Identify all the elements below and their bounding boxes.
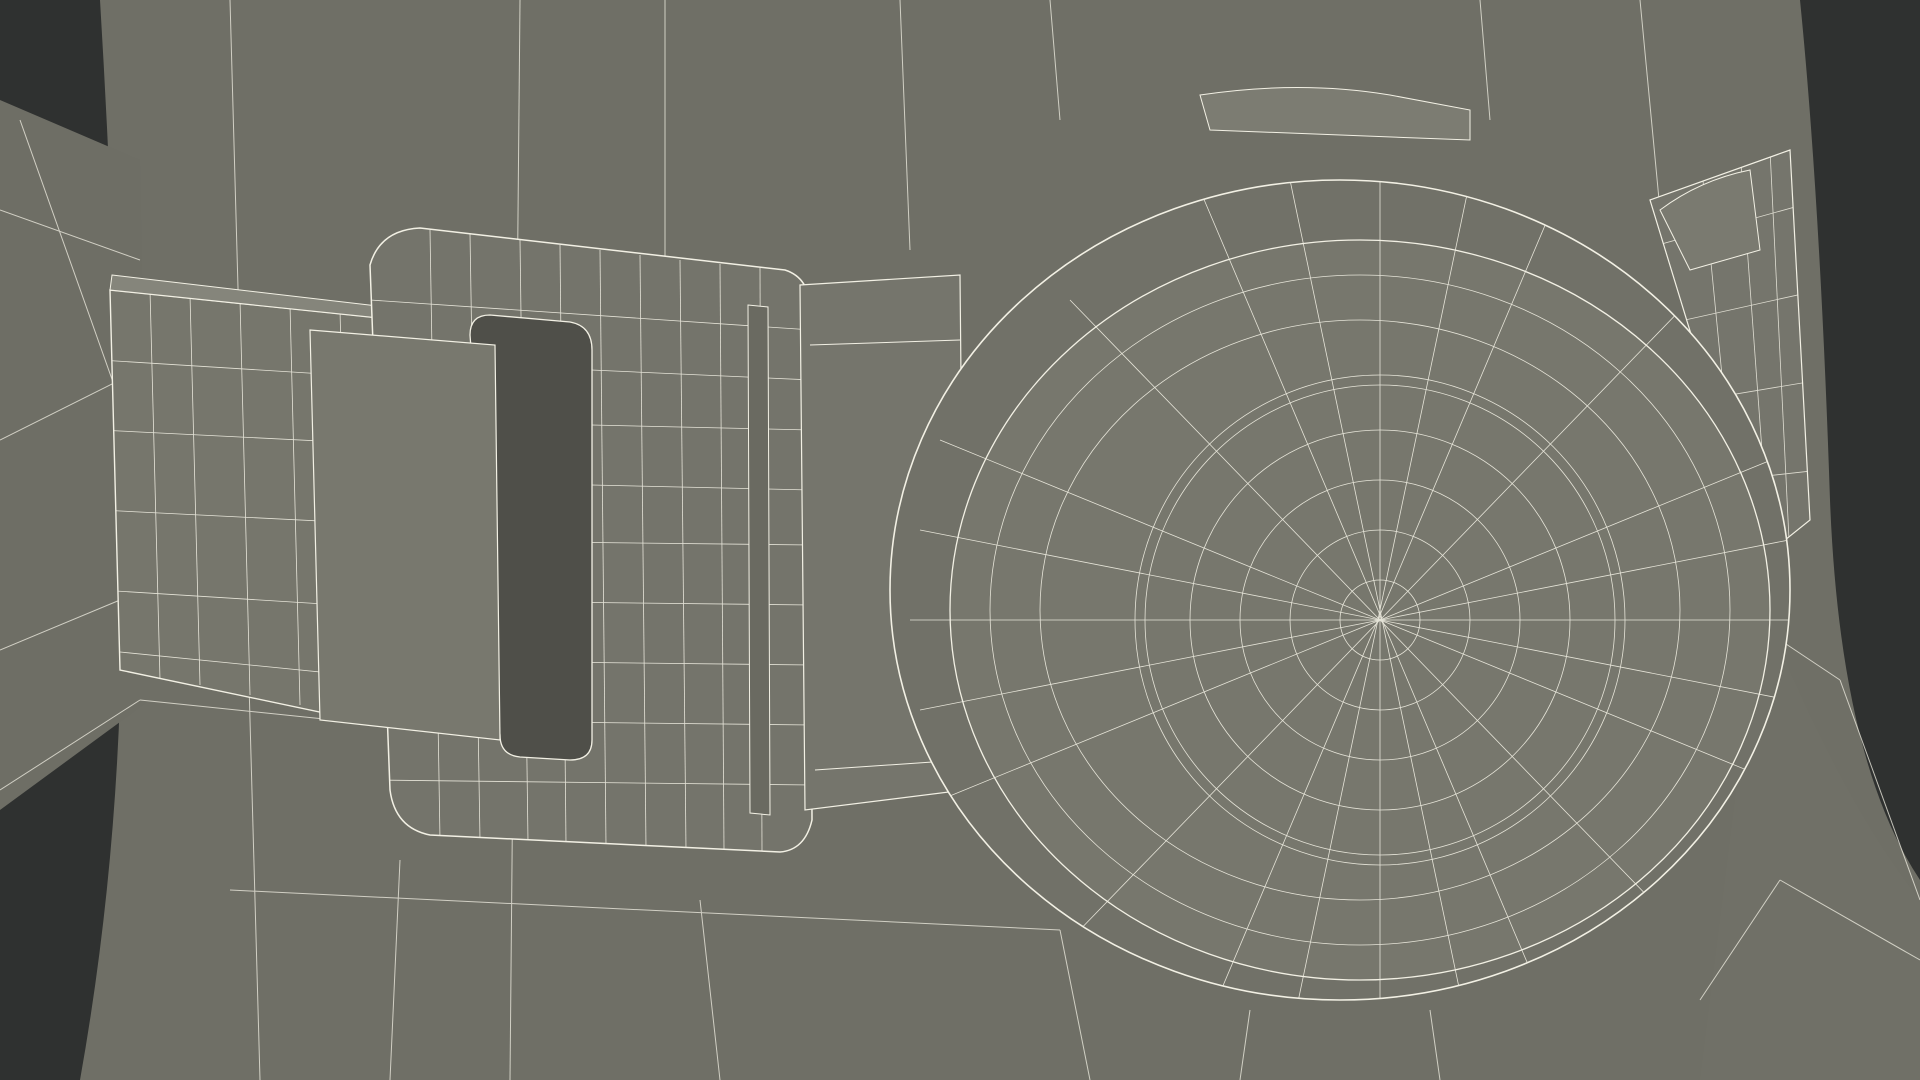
- wireframe-render: [0, 0, 1920, 1080]
- strap-fold-over: [309, 329, 501, 741]
- buckle-prong-slot: [747, 304, 771, 816]
- disc-face: [949, 239, 1771, 981]
